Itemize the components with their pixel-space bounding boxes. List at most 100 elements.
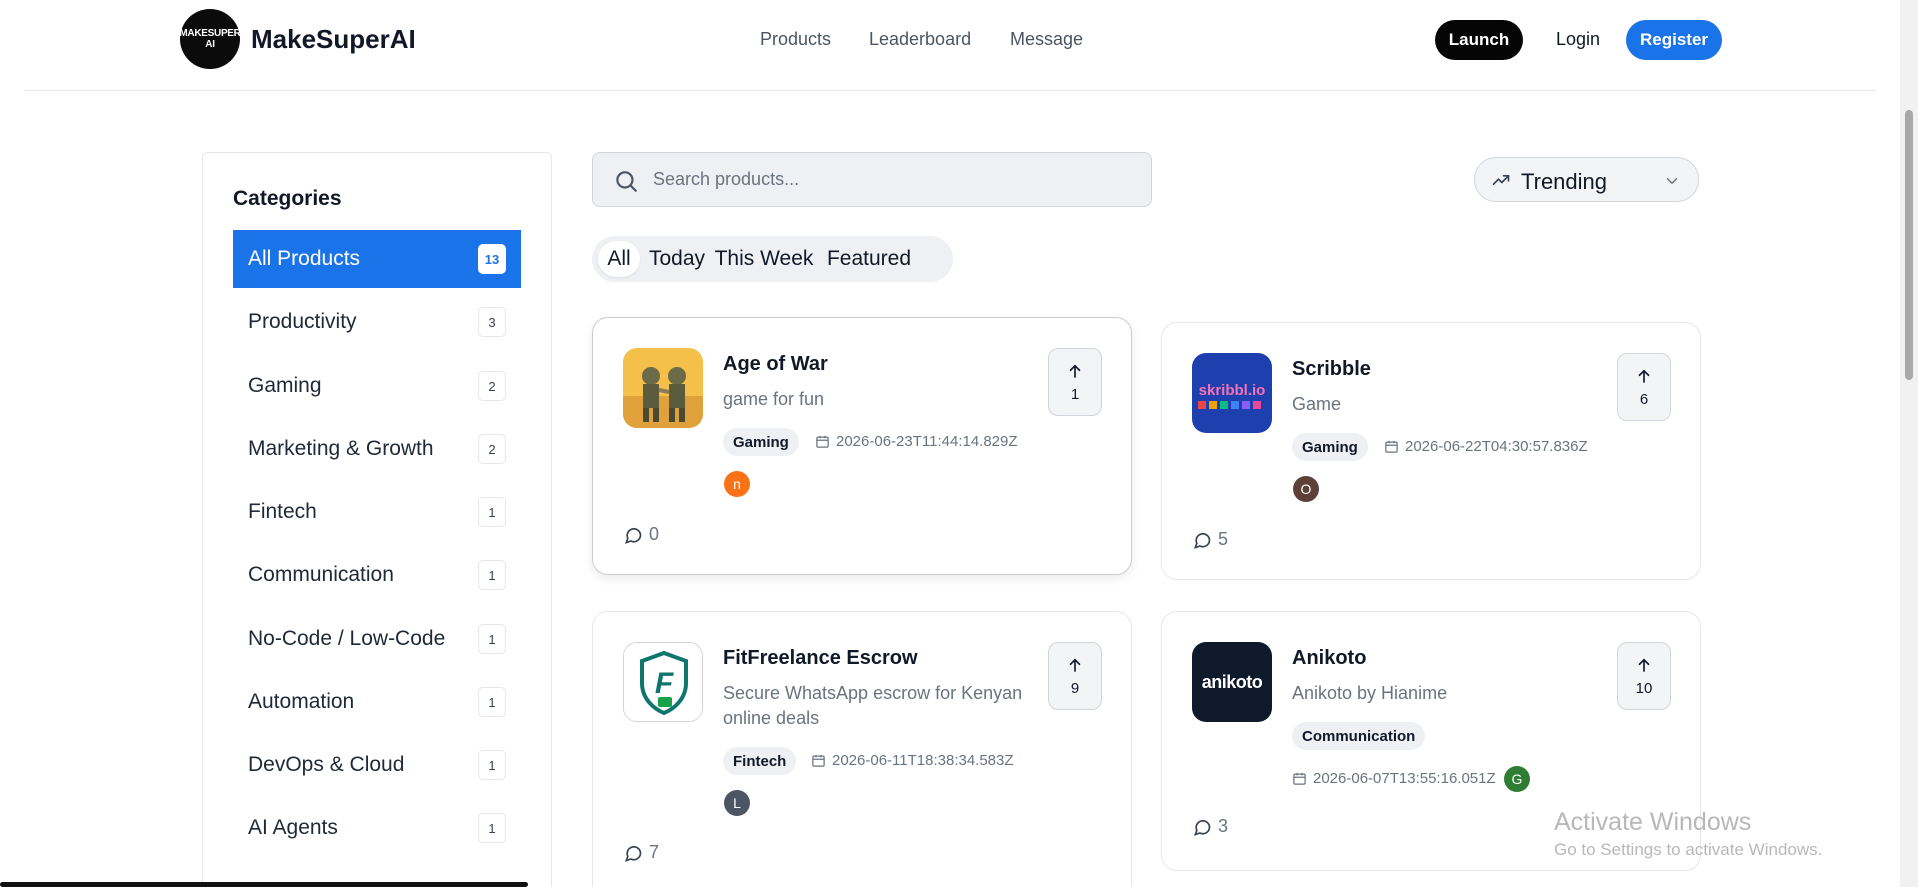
vote-count: 1 [1070, 385, 1080, 403]
comment-count[interactable]: 5 [1192, 529, 1228, 550]
search-icon [616, 171, 637, 192]
category-label: Productivity [248, 310, 357, 333]
category-count: 3 [478, 307, 506, 337]
product-tag[interactable]: Gaming [723, 428, 799, 456]
product-description: game for fun [723, 389, 825, 409]
avatar[interactable]: O [1293, 476, 1319, 502]
product-description: Secure WhatsApp escrow for Kenyan online… [723, 683, 1023, 729]
header-divider [24, 90, 1876, 91]
avatar[interactable]: G [1504, 766, 1530, 792]
upvote-button[interactable]: 1 [1048, 348, 1102, 416]
upvote-button[interactable]: 9 [1048, 642, 1102, 710]
arrow-up-icon [1069, 364, 1081, 378]
category-count: 1 [478, 750, 506, 780]
product-card[interactable]: skribbl.io Scribble Game Gaming 2026-06-… [1161, 322, 1701, 580]
comment-count-text: 5 [1218, 529, 1229, 549]
category-productivity[interactable]: Productivity 3 [233, 293, 521, 351]
category-label: AI Agents [248, 816, 338, 839]
nav-leaderboard[interactable]: Leaderboard [869, 29, 971, 50]
comment-count[interactable]: 7 [623, 842, 659, 863]
product-tag[interactable]: Gaming [1292, 433, 1368, 461]
categories-title: Categories [233, 187, 342, 210]
category-label: Communication [248, 563, 394, 586]
brand-name[interactable]: MakeSuperAI [251, 24, 416, 55]
product-tag[interactable]: Fintech [723, 747, 797, 775]
activate-windows-title: Activate Windows [1554, 808, 1752, 836]
category-count: 2 [478, 371, 506, 401]
activate-windows-subtitle: Go to Settings to activate Windows. [1554, 840, 1823, 859]
comment-icon [1193, 532, 1211, 549]
brand-logo[interactable]: MAKESUPER AI [179, 9, 241, 69]
comment-count-text: 0 [649, 524, 660, 544]
category-fintech[interactable]: Fintech 1 [233, 483, 521, 541]
category-all-products[interactable]: All Products 13 [233, 230, 521, 288]
product-title[interactable]: Scribble [1292, 358, 1371, 381]
product-card[interactable]: F FitFreelance Escrow Secure WhatsApp es… [592, 611, 1132, 887]
nav-products[interactable]: Products [760, 29, 831, 50]
sort-label: Trending [1521, 169, 1608, 194]
vote-count: 10 [1635, 679, 1653, 697]
comment-icon [624, 845, 642, 862]
nav-message[interactable]: Message [1010, 29, 1083, 50]
vote-count: 9 [1070, 679, 1080, 697]
time-filter-tabs: All Today This Week Featured [592, 236, 953, 282]
scrollbar-thumb[interactable] [1905, 110, 1913, 380]
product-thumbnail: F [623, 642, 703, 722]
register-button[interactable]: Register [1626, 20, 1722, 60]
date-text: 2026-06-22T04:30:57.836Z [1405, 438, 1588, 455]
comment-count-text: 3 [1218, 816, 1229, 836]
category-count: 1 [478, 560, 506, 590]
category-gaming[interactable]: Gaming 2 [233, 357, 521, 415]
category-devops-cloud[interactable]: DevOps & Cloud 1 [233, 736, 521, 794]
product-date: 2026-06-11T18:38:34.583Z [811, 752, 1014, 769]
calendar-icon [816, 435, 829, 448]
tab-this-week[interactable]: This Week [712, 241, 816, 277]
tab-featured[interactable]: Featured [822, 241, 916, 277]
comment-icon [624, 527, 642, 544]
search-input[interactable] [653, 153, 1133, 206]
category-marketing-growth[interactable]: Marketing & Growth 2 [233, 420, 521, 478]
login-button[interactable]: Login [1556, 29, 1600, 50]
product-title[interactable]: Anikoto [1292, 647, 1366, 670]
upvote-button[interactable]: 10 [1617, 642, 1671, 710]
date-text: 2026-06-11T18:38:34.583Z [832, 752, 1014, 769]
product-date: 2026-06-22T04:30:57.836Z [1384, 438, 1588, 455]
search-box [592, 152, 1152, 207]
comment-count[interactable]: 3 [1192, 816, 1228, 837]
category-automation[interactable]: Automation 1 [233, 673, 521, 731]
category-label: Fintech [248, 500, 317, 523]
chevron-down-icon [1666, 178, 1678, 185]
category-count: 1 [478, 813, 506, 843]
svg-text:F: F [655, 667, 674, 700]
arrow-up-icon [1069, 658, 1081, 672]
comment-icon [1193, 819, 1211, 836]
product-thumbnail [623, 348, 703, 428]
category-count: 1 [478, 497, 506, 527]
upvote-button[interactable]: 6 [1617, 353, 1671, 421]
tab-today[interactable]: Today [647, 241, 707, 277]
product-description: Game [1292, 394, 1342, 414]
bottom-edge-bar [0, 882, 528, 887]
vote-count: 6 [1639, 390, 1649, 408]
tab-all[interactable]: All [598, 241, 640, 277]
product-title[interactable]: Age of War [723, 353, 828, 376]
date-text: 2026-06-07T13:55:16.051Z [1313, 770, 1496, 787]
category-label: Gaming [248, 374, 322, 397]
calendar-icon [1293, 772, 1306, 785]
product-tag[interactable]: Communication [1292, 722, 1426, 750]
comment-count[interactable]: 0 [623, 524, 659, 545]
category-communication[interactable]: Communication 1 [233, 546, 521, 604]
launch-button[interactable]: Launch [1435, 20, 1523, 60]
category-ai-agents[interactable]: AI Agents 1 [233, 799, 521, 857]
product-card[interactable]: Age of War game for fun Gaming 2026-06-2… [592, 317, 1132, 575]
category-no-code[interactable]: No-Code / Low-Code 1 [233, 610, 521, 668]
anikoto-logo-text: anikoto [1201, 671, 1263, 692]
avatar[interactable]: L [724, 790, 750, 816]
product-title[interactable]: FitFreelance Escrow [723, 647, 918, 670]
category-count: 1 [478, 687, 506, 717]
sort-dropdown[interactable]: Trending [1474, 157, 1699, 202]
categories-sidebar: Categories All Products 13 Productivity … [202, 152, 552, 887]
avatar[interactable]: n [724, 471, 750, 497]
category-count: 1 [478, 624, 506, 654]
product-description: Anikoto by Hianime [1292, 683, 1448, 703]
